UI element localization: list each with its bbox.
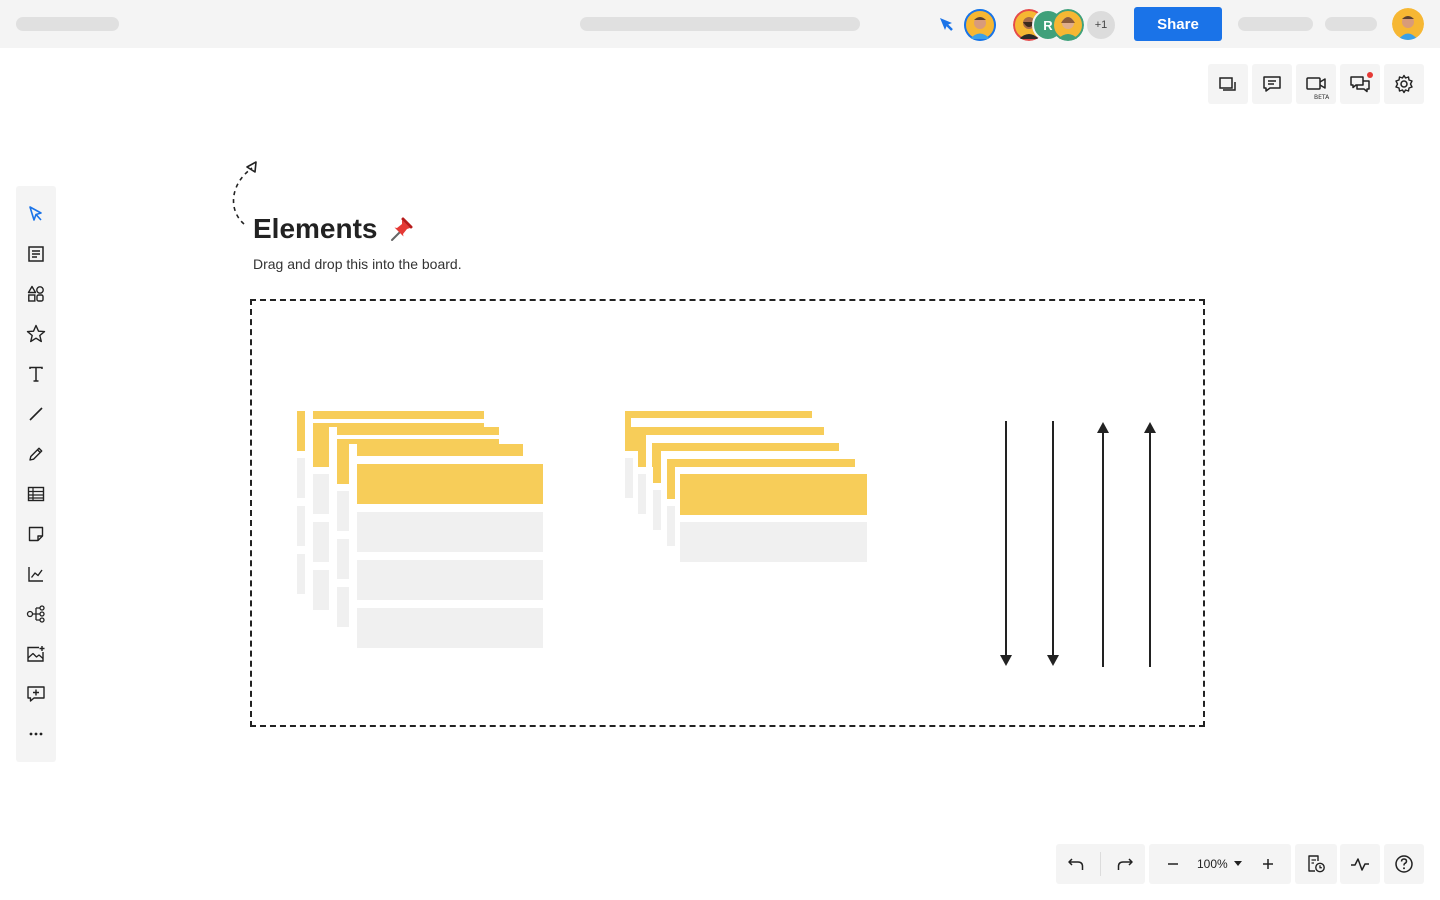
history-button[interactable] xyxy=(1295,844,1337,884)
undo-icon xyxy=(1068,858,1084,870)
mind-map-icon xyxy=(26,605,45,623)
history-icon xyxy=(1308,855,1325,873)
settings-button[interactable] xyxy=(1384,64,1424,104)
activity-icon xyxy=(1351,858,1369,871)
chevron-down-icon[interactable] xyxy=(1234,861,1242,867)
divider xyxy=(1100,852,1101,876)
breadcrumb-placeholder xyxy=(580,17,860,31)
header-action-placeholder[interactable] xyxy=(1325,17,1377,31)
add-comment-tool[interactable] xyxy=(22,680,50,708)
notification-dot xyxy=(1367,72,1373,78)
text-icon xyxy=(29,366,43,382)
layers-button[interactable] xyxy=(1208,64,1248,104)
canvas-title[interactable]: Elements xyxy=(253,213,378,245)
icons-tool[interactable] xyxy=(22,320,50,348)
templates-tool[interactable] xyxy=(22,240,50,268)
left-toolbar xyxy=(16,186,56,762)
plus-icon xyxy=(1263,859,1273,869)
minus-icon xyxy=(1168,863,1178,865)
redo-button[interactable] xyxy=(1111,850,1139,878)
pencil-tool[interactable] xyxy=(22,440,50,468)
layers-icon xyxy=(1219,77,1236,91)
activity-button[interactable] xyxy=(1340,844,1380,884)
more-icon xyxy=(29,732,43,736)
help-icon xyxy=(1395,855,1413,873)
text-tool[interactable] xyxy=(22,360,50,388)
top-bar: R +1 Share xyxy=(0,0,1440,48)
table-tool[interactable] xyxy=(22,480,50,508)
gear-icon xyxy=(1395,74,1413,94)
comment-icon xyxy=(1263,76,1281,92)
arrow-down-1[interactable] xyxy=(1000,421,1012,666)
header-action-placeholder[interactable] xyxy=(1238,17,1313,31)
star-icon xyxy=(26,324,46,343)
shapes-icon xyxy=(27,285,44,302)
template-icon xyxy=(28,246,44,262)
canvas-subtitle[interactable]: Drag and drop this into the board. xyxy=(253,256,462,272)
image-icon xyxy=(27,646,45,662)
chat-button[interactable] xyxy=(1340,64,1380,104)
zoom-group: 100% xyxy=(1149,844,1291,884)
shapes-tool[interactable] xyxy=(22,280,50,308)
zoom-level[interactable]: 100% xyxy=(1197,857,1228,871)
undo-button[interactable] xyxy=(1062,850,1090,878)
table-icon xyxy=(27,486,45,502)
arrow-up-1[interactable] xyxy=(1097,422,1109,667)
redo-icon xyxy=(1117,858,1133,870)
arrow-connectors-element[interactable] xyxy=(990,415,1170,675)
chart-icon xyxy=(28,567,43,582)
comments-button[interactable] xyxy=(1252,64,1292,104)
help-button[interactable] xyxy=(1384,844,1424,884)
undo-redo-group xyxy=(1056,844,1145,884)
sticky-note-tool[interactable] xyxy=(22,520,50,548)
beta-badge: BETA xyxy=(1314,94,1330,101)
arrow-up-2[interactable] xyxy=(1144,422,1156,667)
profile-avatar[interactable] xyxy=(1392,8,1424,40)
video-icon xyxy=(1306,77,1326,90)
follow-cursor-icon[interactable] xyxy=(938,16,956,34)
mind-map-tool[interactable] xyxy=(22,600,50,628)
sticky-note-icon xyxy=(28,526,44,542)
more-tools[interactable] xyxy=(22,720,50,748)
select-icon xyxy=(29,206,42,221)
arrow-down-2[interactable] xyxy=(1047,421,1059,666)
zoom-in-button[interactable] xyxy=(1254,850,1282,878)
chart-tool[interactable] xyxy=(22,560,50,588)
select-tool[interactable] xyxy=(22,200,50,228)
collaborator-avatar[interactable] xyxy=(1052,9,1084,41)
share-button[interactable]: Share xyxy=(1134,7,1222,41)
line-icon xyxy=(29,407,43,421)
image-tool[interactable] xyxy=(22,640,50,668)
zoom-out-button[interactable] xyxy=(1159,850,1187,878)
pushpin-icon xyxy=(391,217,413,241)
more-collaborators-badge[interactable]: +1 xyxy=(1085,9,1117,41)
current-user-avatar[interactable] xyxy=(964,9,996,41)
video-call-button[interactable]: BETA xyxy=(1296,64,1336,104)
add-comment-icon xyxy=(27,686,45,702)
pencil-icon xyxy=(29,447,43,461)
board-name-placeholder[interactable] xyxy=(16,17,119,31)
line-tool[interactable] xyxy=(22,400,50,428)
